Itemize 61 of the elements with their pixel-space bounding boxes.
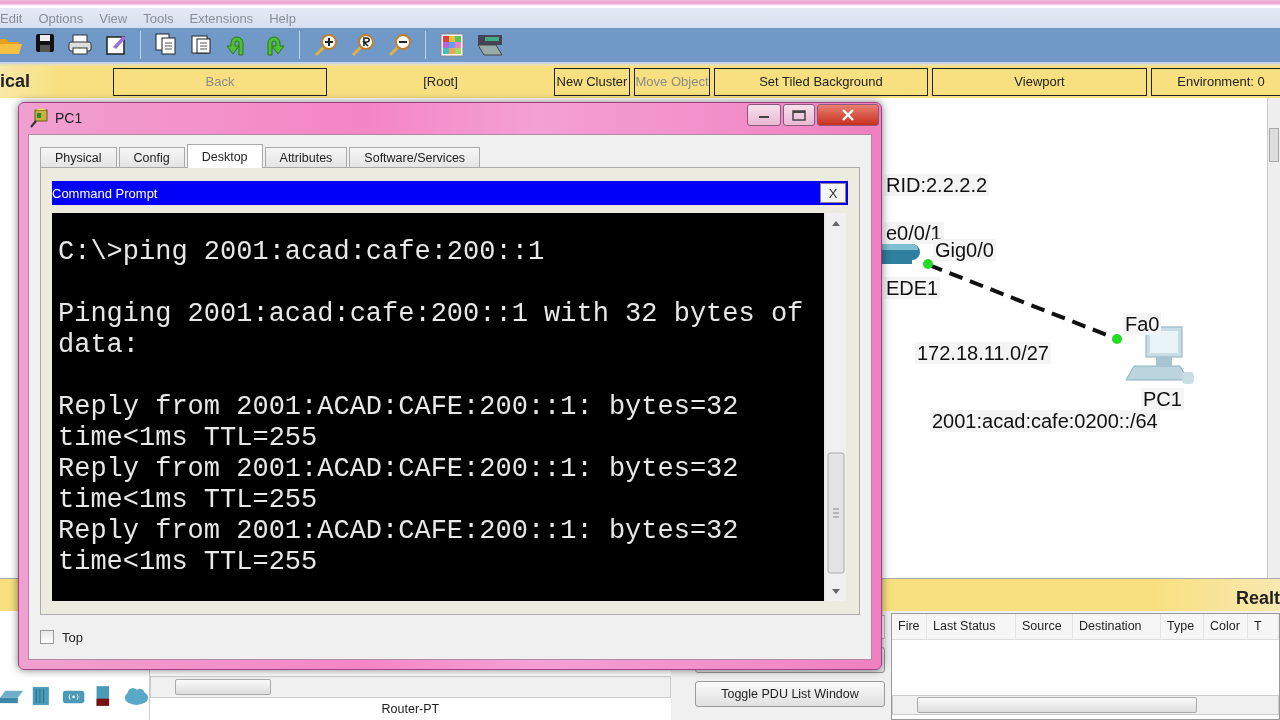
column-header[interactable]: Last Status bbox=[927, 614, 1016, 640]
scrollbar[interactable] bbox=[1267, 97, 1280, 579]
device-label: PC1 bbox=[1141, 387, 1184, 410]
toggle-pdu-button[interactable]: Toggle PDU List Window bbox=[695, 681, 885, 708]
tab[interactable]: Software/Services bbox=[349, 147, 481, 167]
app-title: Command Prompt bbox=[52, 185, 158, 201]
column-header[interactable]: T bbox=[1248, 614, 1279, 640]
port-label: e0/0/1 bbox=[884, 221, 944, 244]
zoom-reset-icon[interactable] bbox=[351, 32, 375, 57]
nav-button[interactable]: Environment: 0 bbox=[1151, 67, 1280, 96]
network-label: 2001:acad:cafe:0200::/64 bbox=[930, 409, 1160, 432]
tab[interactable]: Physical bbox=[40, 147, 117, 167]
tab[interactable]: Config bbox=[118, 147, 185, 167]
network-label: 172.18.11.0/27 bbox=[915, 341, 1051, 364]
terminal-line: C:\>ping 2001:acad:cafe:200::1 bbox=[58, 237, 546, 268]
close-icon[interactable] bbox=[841, 109, 855, 121]
column-header[interactable]: Fire bbox=[892, 614, 927, 640]
nav-button[interactable]: New Cluster bbox=[554, 67, 630, 96]
terminal-line: time<1ms TTL=255 bbox=[58, 423, 319, 454]
path-label: [Root] bbox=[422, 73, 459, 92]
router-id-label: RID:2.2.2.2 bbox=[884, 173, 990, 196]
column-header[interactable]: Source bbox=[1016, 614, 1073, 640]
device-icon[interactable] bbox=[477, 32, 503, 57]
port-label: Fa0 bbox=[1123, 312, 1162, 335]
vertical-scrollbar[interactable] bbox=[826, 213, 846, 601]
print-icon[interactable] bbox=[68, 32, 92, 57]
nav-button[interactable]: Viewport bbox=[932, 67, 1147, 96]
minimize-button[interactable] bbox=[747, 104, 781, 126]
terminal-line: Pinging 2001:acad:cafe:200::1 with 32 bytes of bbox=[58, 299, 805, 330]
terminal-line: data: bbox=[58, 330, 140, 361]
checkbox-label[interactable]: Top bbox=[62, 629, 83, 645]
horizontal-scrollbar[interactable] bbox=[150, 676, 671, 698]
mode-label: ical bbox=[0, 71, 32, 93]
window-title: PC1 bbox=[55, 109, 83, 126]
close-button[interactable]: X bbox=[820, 183, 846, 203]
copy-icon[interactable] bbox=[155, 32, 177, 57]
device-label: EDE1 bbox=[884, 276, 941, 299]
zoom-in-icon[interactable] bbox=[314, 32, 338, 57]
terminal-line: time<1ms TTL=255 bbox=[58, 485, 319, 516]
tab[interactable]: Attributes bbox=[264, 147, 348, 167]
column-header[interactable]: Type bbox=[1161, 614, 1204, 640]
checkbox[interactable] bbox=[40, 630, 54, 644]
zoom-out-icon[interactable] bbox=[388, 32, 412, 57]
maximize-icon[interactable] bbox=[792, 109, 806, 121]
tab[interactable]: Desktop bbox=[186, 144, 263, 168]
maximize-button[interactable] bbox=[783, 104, 815, 126]
terminal-line: Reply from 2001:ACAD:CAFE:200::1: bytes=32 bbox=[58, 392, 740, 423]
horizontal-scrollbar[interactable] bbox=[892, 695, 1279, 715]
terminal-line: Reply from 2001:ACAD:CAFE:200::1: bytes=32 bbox=[58, 454, 740, 485]
device-model-label: Router-PT bbox=[380, 701, 441, 718]
palette-icon[interactable] bbox=[440, 32, 464, 57]
column-header[interactable]: Color bbox=[1204, 614, 1248, 640]
terminal-line: time<1ms TTL=255 bbox=[58, 547, 319, 578]
terminal-line: Reply from 2001:ACAD:CAFE:200::1: bytes=32 bbox=[58, 516, 740, 547]
close-button[interactable] bbox=[817, 104, 879, 126]
nav-button[interactable]: Set Tiled Background bbox=[714, 67, 928, 96]
port-label: Gig0/0 bbox=[933, 238, 996, 261]
magnifier-icon[interactable] bbox=[29, 106, 51, 129]
realtime-label: Realt bbox=[1236, 588, 1280, 611]
column-header[interactable]: Destination bbox=[1073, 614, 1161, 640]
paste-icon[interactable] bbox=[190, 32, 212, 57]
